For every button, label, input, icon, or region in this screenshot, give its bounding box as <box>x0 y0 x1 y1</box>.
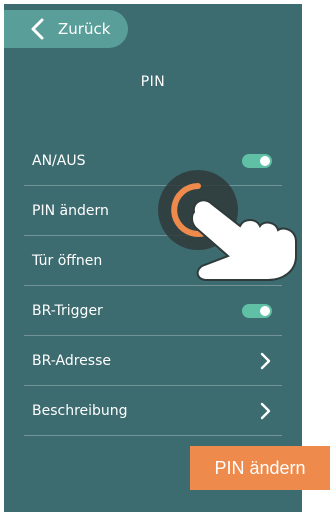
settings-row-label: Beschreibung <box>32 402 128 419</box>
caption-label: PIN ändern <box>190 446 330 490</box>
settings-row-label: BR-Trigger <box>32 302 103 319</box>
settings-row-description[interactable]: Beschreibung <box>24 386 282 436</box>
settings-row-br-address[interactable]: BR-Adresse <box>24 336 282 386</box>
settings-row-label: AN/AUS <box>32 152 86 169</box>
br-trigger-toggle[interactable] <box>242 303 272 318</box>
phone-screen: Zurück PIN AN/AUS PIN ändern Tür öffnen … <box>4 4 302 512</box>
settings-row-label: BR-Adresse <box>32 352 111 369</box>
on-off-toggle[interactable] <box>242 153 272 168</box>
toggle-knob <box>260 305 270 316</box>
settings-row-br-trigger[interactable]: BR-Trigger <box>24 286 282 336</box>
chevron-left-icon <box>24 15 52 43</box>
tap-hand-icon <box>158 168 302 288</box>
chevron-right-icon <box>258 352 272 370</box>
chevron-right-icon <box>258 402 272 420</box>
back-button[interactable]: Zurück <box>4 10 128 48</box>
page-title: PIN <box>140 74 166 90</box>
toggle-knob <box>260 155 270 166</box>
settings-row-label: Tür öffnen <box>32 252 103 269</box>
settings-row-label: PIN ändern <box>32 202 109 219</box>
back-button-label: Zurück <box>58 20 111 38</box>
